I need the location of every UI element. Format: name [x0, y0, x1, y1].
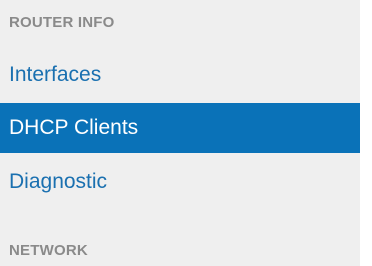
section-header-router-info: ROUTER INFO: [9, 14, 115, 31]
sidebar-item-diagnostic[interactable]: Diagnostic: [0, 157, 360, 207]
sidebar-item-label: DHCP Clients: [9, 116, 139, 139]
sidebar-nav: ROUTER INFO Interfaces DHCP Clients Diag…: [0, 0, 360, 266]
sidebar-item-label: Interfaces: [9, 63, 102, 86]
sidebar-item-dhcp-clients[interactable]: DHCP Clients: [0, 103, 360, 153]
section-header-network: NETWORK: [9, 242, 88, 259]
sidebar-item-label: Diagnostic: [9, 170, 108, 193]
sidebar-item-interfaces[interactable]: Interfaces: [0, 50, 360, 100]
